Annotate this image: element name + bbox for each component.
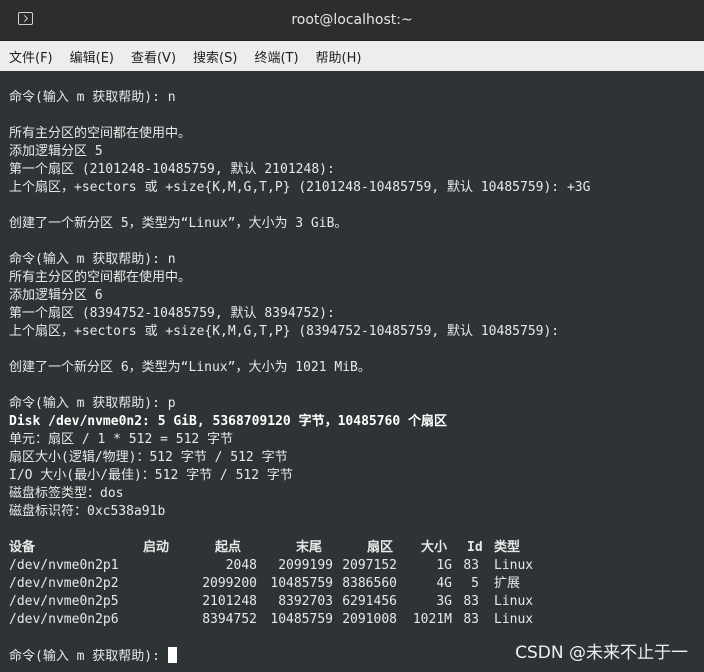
partition-sectors: 8386560 [342,576,397,591]
menu-terminal[interactable]: 终端(T) [254,47,298,66]
output-line: 扇区大小(逻辑/物理)：512 字节 / 512 字节 [9,450,288,465]
output-line: 单元：扇区 / 1 * 512 = 512 字节 [9,432,234,447]
menu-file[interactable]: 文件(F) [9,47,53,66]
partition-id: 5 [471,576,479,591]
output-line: 命令(输入 m 获取帮助): n [9,90,176,105]
terminal-output[interactable]: 命令(输入 m 获取帮助): n 所有主分区的空间都在使用中。 添加逻辑分区 5… [0,71,704,672]
output-line: 第一个扇区 (8394752-10485759, 默认 8394752): [9,306,335,321]
partition-size: 3G [436,594,452,609]
header-id: Id [467,540,483,555]
output-line: 添加逻辑分区 6 [9,288,103,303]
header-device: 设备 [9,540,36,555]
menu-edit[interactable]: 编辑(E) [70,47,114,66]
partition-id: 83 [463,594,479,609]
partition-device: /dev/nvme0n2p2 [9,576,119,591]
title-bar[interactable]: root@localhost:~ [0,0,704,41]
terminal-icon[interactable] [18,12,33,25]
partition-sectors: 2091008 [342,612,397,627]
partition-sectors: 2097152 [342,558,397,573]
header-end: 末尾 [296,540,323,555]
partition-row: /dev/nvme0n2p5 2101248 8392703 6291456 3… [9,593,569,611]
partition-size: 1G [436,558,452,573]
output-line: 添加逻辑分区 5 [9,144,103,159]
output-line: 命令(输入 m 获取帮助): p [9,396,176,411]
output-line: 命令(输入 m 获取帮助): n [9,252,176,267]
header-boot: 启动 [143,540,170,555]
partition-end: 8392703 [278,594,333,609]
menu-search[interactable]: 搜索(S) [193,47,237,66]
output-line: 创建了一个新分区 6，类型为“Linux”，大小为 1021 MiB。 [9,360,371,375]
partition-device: /dev/nvme0n2p6 [9,612,119,627]
output-line: 第一个扇区 (2101248-10485759, 默认 2101248): [9,162,335,177]
output-line: 所有主分区的空间都在使用中。 [9,126,192,141]
partition-device: /dev/nvme0n2p5 [9,594,119,609]
partition-type: Linux [494,612,534,627]
window-title: root@localhost:~ [291,12,413,28]
partition-id: 83 [463,558,479,573]
output-line: 上个扇区，+sectors 或 +size{K,M,G,T,P} (839475… [9,324,560,339]
header-start: 起点 [215,540,242,555]
menu-help[interactable]: 帮助(H) [316,47,362,66]
partition-table-header: 设备 启动 起点 末尾 扇区 大小 Id 类型 [9,539,569,557]
menu-view[interactable]: 查看(V) [131,47,176,66]
partition-type: 扩展 [494,576,521,591]
partition-end: 2099199 [278,558,333,573]
partition-end: 10485759 [270,612,333,627]
partition-type: Linux [494,558,534,573]
partition-row: /dev/nvme0n2p6 8394752 10485759 2091008 … [9,611,569,629]
partition-size: 4G [436,576,452,591]
partition-id: 83 [463,612,479,627]
partition-start: 2101248 [202,594,257,609]
prompt-text: 命令(输入 m 获取帮助): [9,649,168,664]
watermark: CSDN @未来不止于一 [515,643,688,663]
header-type: 类型 [494,540,521,555]
partition-start: 8394752 [202,612,257,627]
output-line: 创建了一个新分区 5，类型为“Linux”，大小为 3 GiB。 [9,216,348,231]
terminal-window: root@localhost:~ 文件(F) 编辑(E) 查看(V) 搜索(S)… [0,0,704,672]
partition-type: Linux [494,594,534,609]
partition-device: /dev/nvme0n2p1 [9,558,119,573]
output-line: I/O 大小(最小/最佳)：512 字节 / 512 字节 [9,468,293,483]
menu-bar: 文件(F) 编辑(E) 查看(V) 搜索(S) 终端(T) 帮助(H) [0,41,704,72]
output-line: 磁盘标识符：0xc538a91b [9,504,166,519]
partition-start: 2048 [225,558,257,573]
output-line: 上个扇区，+sectors 或 +size{K,M,G,T,P} (210124… [9,180,591,195]
output-line: 磁盘标签类型：dos [9,486,124,501]
header-sectors: 扇区 [367,540,394,555]
disk-summary-line: Disk /dev/nvme0n2: 5 GiB, 5368709120 字节，… [9,414,448,429]
command-prompt[interactable]: 命令(输入 m 获取帮助): [9,647,177,665]
partition-row: /dev/nvme0n2p2 2099200 10485759 8386560 … [9,575,569,593]
partition-sectors: 6291456 [342,594,397,609]
header-size: 大小 [421,540,448,555]
text-cursor [167,647,177,663]
partition-size: 1021M [412,612,452,627]
partition-row: /dev/nvme0n2p1 2048 2099199 2097152 1G 8… [9,557,569,575]
partition-end: 10485759 [270,576,333,591]
output-line: 所有主分区的空间都在使用中。 [9,270,192,285]
partition-start: 2099200 [202,576,257,591]
